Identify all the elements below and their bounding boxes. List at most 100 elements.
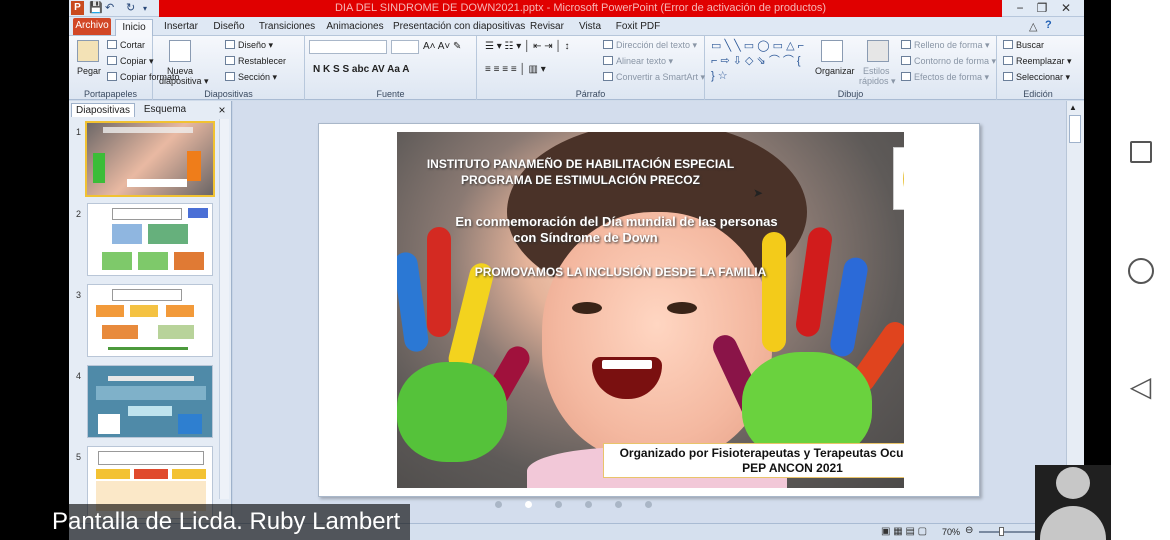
slide-line-3: En conmemoración del Día mundial de las … bbox=[455, 214, 778, 229]
efectos-forma-button[interactable]: Efectos de forma ▾ bbox=[901, 72, 989, 83]
zoom-out-icon[interactable]: ⊖ bbox=[965, 525, 973, 536]
tab-diseno[interactable]: Diseño bbox=[209, 19, 249, 36]
slide-thumbnail-2[interactable] bbox=[87, 203, 213, 276]
align-text-icon bbox=[603, 56, 613, 65]
outline-icon bbox=[901, 56, 911, 65]
paste-icon[interactable] bbox=[77, 40, 99, 62]
buscar-button[interactable]: Buscar bbox=[1003, 40, 1044, 50]
text-direction-icon bbox=[603, 40, 613, 49]
tab-esquema[interactable]: Esquema bbox=[137, 103, 193, 117]
window-title: DIA DEL SINDROME DE DOWN2021.pptx - Micr… bbox=[334, 2, 827, 14]
tab-diapositivas[interactable]: Diapositivas bbox=[71, 103, 135, 117]
nueva-diapositiva-button[interactable]: diapositiva ▾ bbox=[159, 76, 209, 87]
slide-canvas[interactable]: INSTITUTO PANAMEÑO DE HABILITACIÓN ESPEC… bbox=[318, 123, 980, 497]
slide-line-5: PROMOVAMOS LA INCLUSIÓN DESDE LA FAMILIA bbox=[474, 265, 767, 279]
tab-transiciones[interactable]: Transiciones bbox=[257, 19, 317, 36]
relleno-forma-button[interactable]: Relleno de forma ▾ bbox=[901, 40, 990, 51]
slide-number: 3 bbox=[76, 290, 82, 300]
tab-archivo[interactable]: Archivo bbox=[73, 18, 111, 35]
slide-line-2: PROGRAMA DE ESTIMULACIÓN PRECOZ bbox=[461, 173, 700, 187]
font-grow-icons[interactable]: A˄ A˅ ✎ bbox=[423, 41, 461, 52]
undo-icon[interactable]: ↶ bbox=[105, 1, 114, 14]
pegar-button[interactable]: Pegar bbox=[77, 66, 101, 76]
view-buttons[interactable]: ▣ ▦ ▤ ▢ bbox=[881, 526, 927, 537]
restablecer-button[interactable]: Restablecer bbox=[225, 56, 286, 66]
participant-video-tile[interactable] bbox=[1035, 465, 1111, 540]
slide-thumbnail-1[interactable] bbox=[85, 121, 215, 197]
font-name-select[interactable] bbox=[309, 40, 387, 54]
nueva-label[interactable]: Nueva bbox=[167, 66, 193, 76]
title-bar: P 💾 ↶ ↻ ▾ DIA DEL SINDROME DE DOWN2021.p… bbox=[69, 0, 1084, 17]
reemplazar-button[interactable]: Reemplazar ▾ bbox=[1003, 56, 1072, 67]
slide-thumbnail-3[interactable] bbox=[87, 284, 213, 357]
seccion-button[interactable]: Sección ▾ bbox=[225, 72, 277, 83]
tab-inicio[interactable]: Inicio bbox=[115, 19, 153, 36]
recents-icon[interactable] bbox=[1111, 141, 1170, 163]
institution-logo bbox=[893, 147, 904, 210]
cortar-button[interactable]: Cortar bbox=[107, 40, 145, 50]
redo-icon[interactable]: ↻ bbox=[126, 1, 135, 14]
powerpoint-window: P 💾 ↶ ↻ ▾ DIA DEL SINDROME DE DOWN2021.p… bbox=[69, 0, 1084, 540]
contorno-forma-button[interactable]: Contorno de forma ▾ bbox=[901, 56, 996, 67]
help-icon[interactable]: ? bbox=[1045, 19, 1052, 31]
group-label: Párrafo bbox=[575, 89, 606, 99]
group-dibujo: ▭ ╲ ╲ ▭ ◯ ▭ △ ⌐ ⌐ ⇨ ⇩ ◇ ⇘ ⌒ ⌒ { } ☆ Orga… bbox=[705, 36, 997, 100]
slide-line-4: con Síndrome de Down bbox=[513, 230, 658, 245]
face bbox=[542, 212, 772, 462]
font-size-select[interactable] bbox=[391, 40, 419, 54]
seal-icon bbox=[903, 154, 904, 204]
back-icon[interactable]: ◁ bbox=[1111, 370, 1170, 403]
smartart-icon bbox=[603, 72, 613, 81]
powerpoint-icon: P bbox=[71, 1, 84, 15]
arrange-icon[interactable] bbox=[821, 40, 843, 62]
new-slide-icon[interactable] bbox=[169, 40, 191, 62]
section-icon bbox=[225, 72, 235, 81]
tab-foxit-pdf[interactable]: Foxit PDF bbox=[613, 19, 663, 36]
close-window-icon[interactable]: ✕ bbox=[1055, 0, 1077, 17]
slide-editor: INSTITUTO PANAMEÑO DE HABILITACIÓN ESPEC… bbox=[233, 101, 1066, 531]
direccion-texto-button[interactable]: Dirección del texto ▾ bbox=[603, 40, 697, 51]
replace-icon bbox=[1003, 56, 1013, 65]
seleccionar-button[interactable]: Seleccionar ▾ bbox=[1003, 72, 1070, 83]
restore-icon[interactable]: ❐ bbox=[1031, 0, 1053, 17]
estilos-label[interactable]: Estilos bbox=[863, 66, 890, 76]
qat-dropdown-icon[interactable]: ▾ bbox=[143, 4, 147, 13]
save-icon[interactable]: 💾 bbox=[89, 1, 103, 14]
slide-thumbnail-4[interactable] bbox=[87, 365, 213, 438]
group-label: Fuente bbox=[376, 89, 405, 99]
smartart-button[interactable]: Convertir a SmartArt ▾ bbox=[603, 72, 705, 83]
diseno-button[interactable]: Diseño ▾ bbox=[225, 40, 273, 51]
minimize-icon[interactable]: − bbox=[1009, 0, 1031, 17]
zoom-level[interactable]: 70% bbox=[942, 527, 960, 537]
copiar-button[interactable]: Copiar ▾ bbox=[107, 56, 154, 67]
quick-styles-icon[interactable] bbox=[867, 40, 889, 62]
group-fuente: A˄ A˅ ✎ N K S S abc AV Aa A Fuente bbox=[305, 36, 477, 100]
shapes-gallery[interactable]: ▭ ╲ ╲ ▭ ◯ ▭ △ ⌐ ⌐ ⇨ ⇩ ◇ ⇘ ⌒ ⌒ { } ☆ bbox=[711, 39, 807, 84]
home-icon[interactable] bbox=[1111, 258, 1170, 284]
ribbon-minimize-icon[interactable]: △ bbox=[1029, 20, 1037, 33]
reset-icon bbox=[225, 56, 235, 65]
list-buttons[interactable]: ☰ ▾ ☷ ▾ │ ⇤ ⇥ │ ↕ bbox=[485, 41, 569, 52]
copy-icon bbox=[107, 56, 117, 65]
slide-number: 2 bbox=[76, 209, 82, 219]
group-label: Diapositivas bbox=[204, 89, 253, 99]
scroll-thumb[interactable] bbox=[1069, 115, 1081, 143]
tab-vista[interactable]: Vista bbox=[575, 19, 605, 36]
font-format-buttons[interactable]: N K S S abc AV Aa A bbox=[313, 64, 410, 75]
mouse-cursor-icon: ➤ bbox=[753, 186, 764, 200]
alinear-texto-button[interactable]: Alinear texto ▾ bbox=[603, 56, 673, 67]
estilos-rapidos-button[interactable]: rápidos ▾ bbox=[859, 76, 896, 87]
zoom-thumb[interactable] bbox=[999, 527, 1004, 536]
tab-insertar[interactable]: Insertar bbox=[159, 19, 203, 36]
organizar-button[interactable]: Organizar bbox=[815, 66, 855, 76]
tab-presentacion[interactable]: Presentación con diapositivas bbox=[393, 19, 525, 36]
tab-animaciones[interactable]: Animaciones bbox=[325, 19, 385, 36]
fill-icon bbox=[901, 40, 911, 49]
close-pane-icon[interactable]: × bbox=[215, 103, 229, 117]
avatar-body-icon bbox=[1040, 506, 1106, 540]
workspace: Diapositivas Esquema × 1 2 3 4 5 INSTITU… bbox=[69, 101, 1084, 540]
slides-pane-scrollbar[interactable] bbox=[219, 119, 229, 499]
tab-revisar[interactable]: Revisar bbox=[527, 19, 567, 36]
align-buttons[interactable]: ≡ ≡ ≡ ≡ │ ▥ ▾ bbox=[485, 64, 546, 75]
scroll-up-icon[interactable]: ▲ bbox=[1069, 103, 1077, 112]
